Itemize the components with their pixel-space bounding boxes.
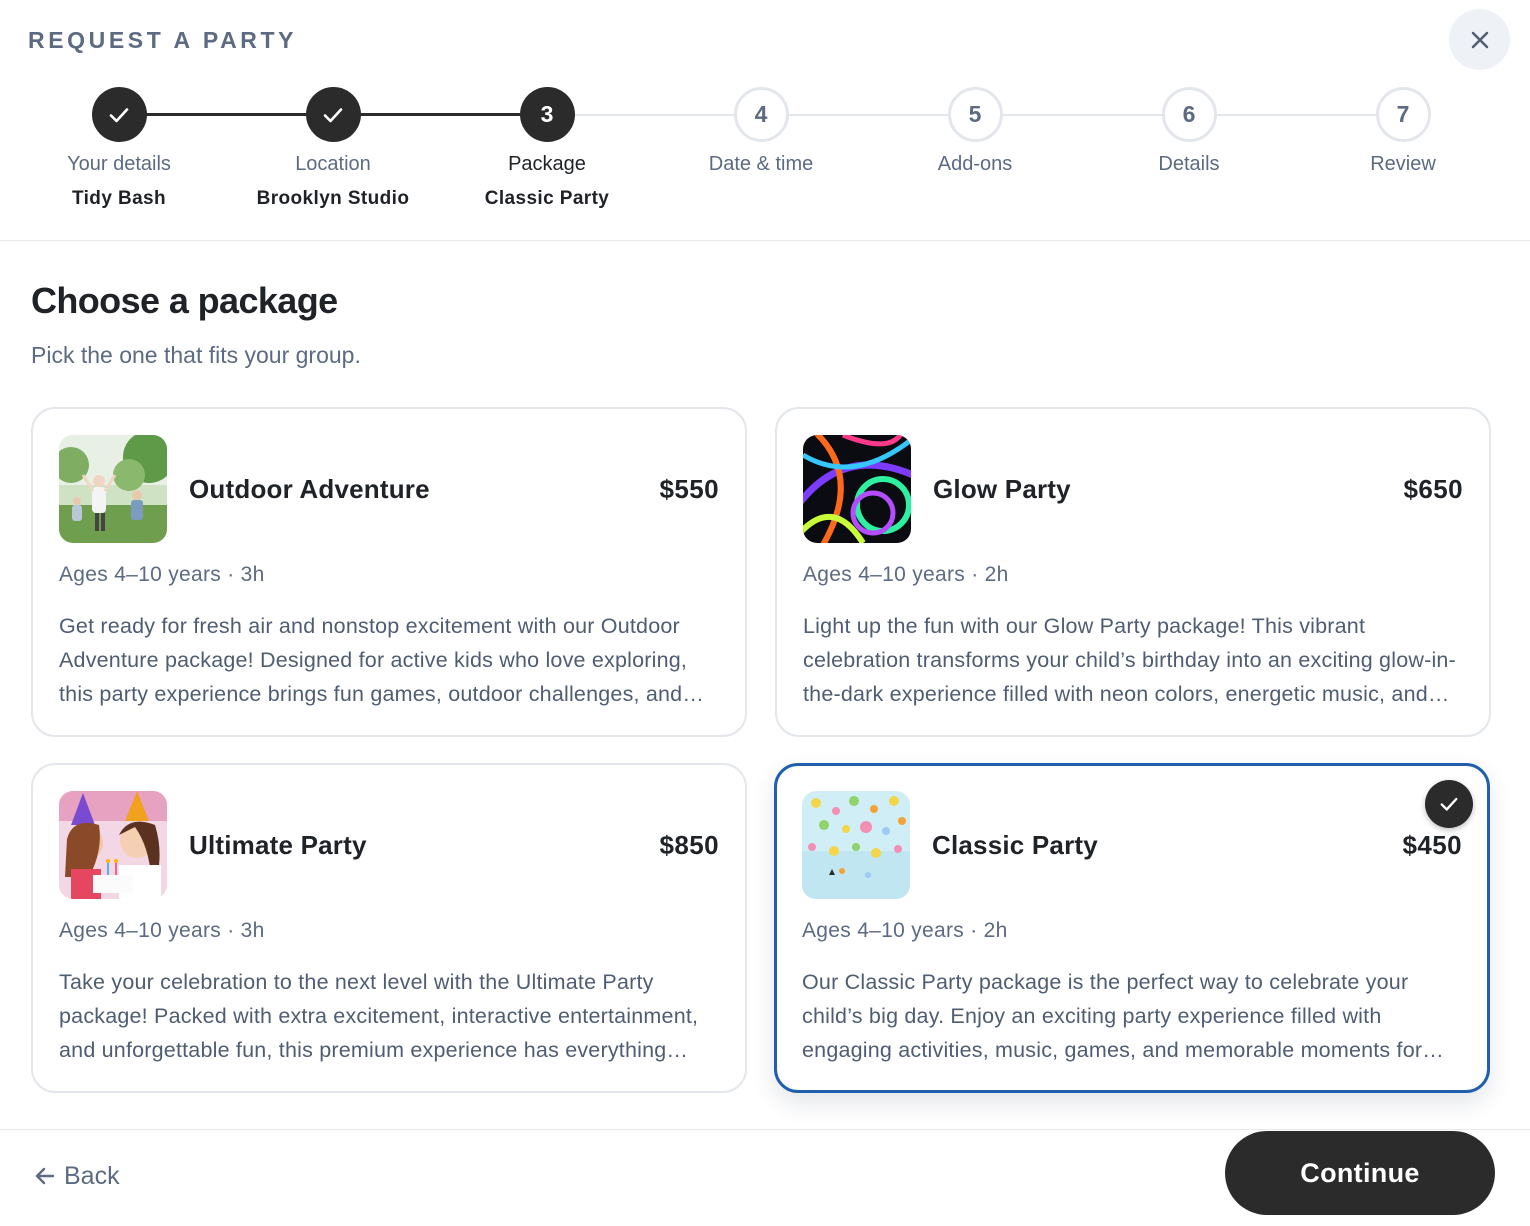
- step-number: 7: [1375, 87, 1431, 142]
- dialog-footer: Back Continue: [0, 1129, 1530, 1226]
- package-image: [59, 435, 167, 543]
- step-review: 7 Review: [1293, 87, 1513, 176]
- step-label: Date & time: [708, 153, 814, 175]
- check-icon: [109, 107, 129, 122]
- package-name: Ultimate Party: [189, 830, 367, 860]
- step-label: Your details: [67, 153, 171, 175]
- selected-check-badge: [1425, 780, 1473, 828]
- step-label: Package: [508, 153, 586, 175]
- close-button[interactable]: [1449, 9, 1510, 70]
- step-value: Classic Party: [484, 188, 610, 209]
- step-number: 4: [733, 87, 789, 142]
- step-location[interactable]: Location Brooklyn Studio: [223, 87, 443, 211]
- page-title: Choose a package: [31, 280, 338, 321]
- package-price: $850: [659, 830, 719, 860]
- package-card-glow-party[interactable]: Glow Party $650 Ages 4–10 years · 2h Lig…: [775, 407, 1491, 737]
- step-number: 5: [947, 87, 1003, 142]
- package-meta: Ages 4–10 years · 2h: [803, 563, 1009, 586]
- package-description: Light up the fun with our Glow Party pac…: [803, 614, 1456, 706]
- check-icon: [323, 107, 343, 122]
- step-package[interactable]: 3 Package Classic Party: [437, 87, 657, 211]
- back-label: Back: [64, 1161, 120, 1190]
- check-icon: [1440, 797, 1458, 811]
- step-your-details[interactable]: Your details Tidy Bash: [9, 87, 229, 211]
- page-subtitle: Pick the one that fits your group.: [31, 342, 361, 368]
- arrow-left-icon: [35, 1167, 55, 1185]
- package-image: [803, 435, 911, 543]
- step-label: Add-ons: [937, 153, 1013, 175]
- step-complete-indicator: [305, 87, 361, 142]
- package-card-classic-party[interactable]: Classic Party $450 Ages 4–10 years · 2h …: [774, 763, 1490, 1093]
- step-label: Location: [295, 153, 371, 175]
- package-card-outdoor-adventure[interactable]: Outdoor Adventure $550 Ages 4–10 years ·…: [31, 407, 747, 737]
- package-meta: Ages 4–10 years · 2h: [802, 919, 1008, 942]
- package-image: [59, 791, 167, 899]
- package-card-ultimate-party[interactable]: Ultimate Party $850 Ages 4–10 years · 3h…: [31, 763, 747, 1093]
- package-meta: Ages 4–10 years · 3h: [59, 919, 265, 942]
- package-description: Get ready for fresh air and nonstop exci…: [59, 614, 688, 706]
- step-value: Brooklyn Studio: [256, 188, 410, 209]
- package-name: Classic Party: [932, 830, 1098, 860]
- continue-button[interactable]: Continue: [1225, 1131, 1495, 1215]
- package-description: Take your celebration to the next level …: [59, 970, 699, 1062]
- step-complete-indicator: [91, 87, 147, 142]
- package-name: Outdoor Adventure: [189, 474, 430, 504]
- back-button[interactable]: Back: [34, 1156, 120, 1196]
- package-price: $650: [1403, 474, 1463, 504]
- dialog-title: REQUEST A PARTY: [28, 27, 298, 53]
- step-add-ons: 5 Add-ons: [865, 87, 1085, 176]
- step-date-time: 4 Date & time: [651, 87, 871, 176]
- step-label: Details: [1158, 153, 1220, 175]
- package-name: Glow Party: [933, 474, 1071, 504]
- close-icon: [1471, 31, 1488, 48]
- step-number: 6: [1161, 87, 1217, 142]
- dialog-header: REQUEST A PARTY Your details Tidy Bash L…: [0, 0, 1530, 241]
- request-party-dialog: REQUEST A PARTY Your details Tidy Bash L…: [0, 0, 1530, 1226]
- package-image: [802, 791, 910, 899]
- package-price: $550: [659, 474, 719, 504]
- package-meta: Ages 4–10 years · 3h: [59, 563, 265, 586]
- package-description: Our Classic Party package is the perfect…: [802, 970, 1423, 1062]
- step-label: Review: [1370, 153, 1436, 175]
- package-price: $450: [1402, 830, 1462, 860]
- step-value: Tidy Bash: [71, 188, 167, 209]
- step-number: 3: [519, 87, 575, 142]
- step-details: 6 Details: [1079, 87, 1299, 176]
